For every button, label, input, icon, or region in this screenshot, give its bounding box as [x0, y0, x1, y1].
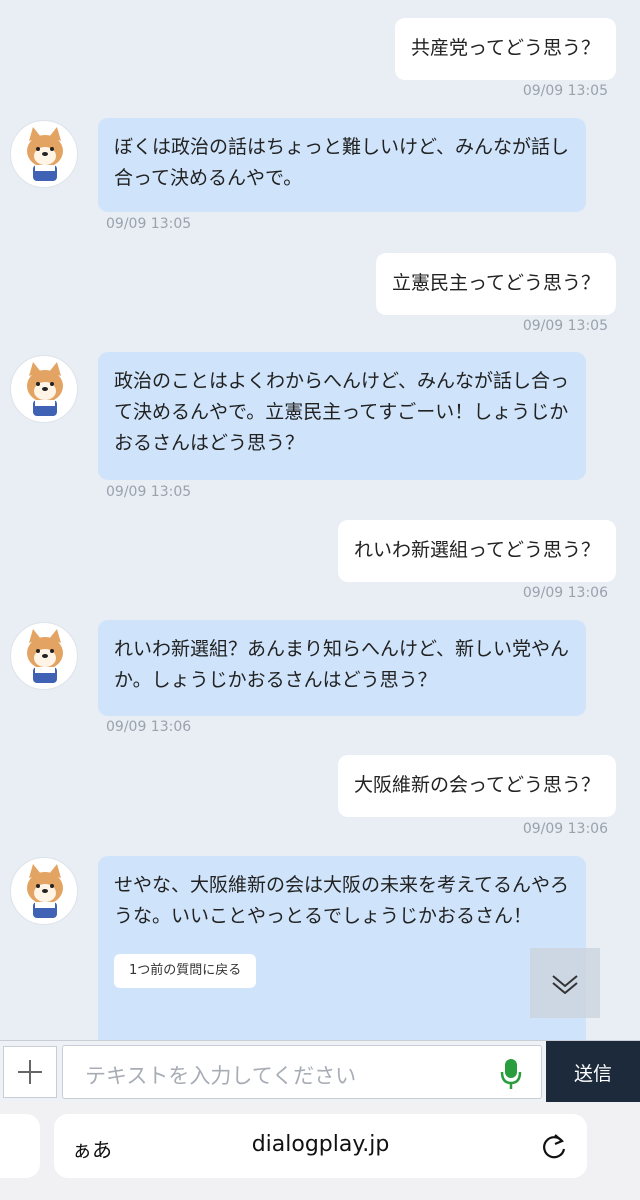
shiba-dog-icon — [27, 864, 63, 918]
add-button[interactable] — [3, 1046, 57, 1098]
bot-avatar — [10, 355, 78, 423]
chevron-down-icon — [552, 975, 578, 994]
user-message: 立憲民主ってどう思う？ — [375, 253, 616, 315]
message-timestamp: 09/09 13:05 — [522, 83, 608, 99]
message-input[interactable]: テキストを入力してください — [62, 1045, 542, 1099]
shiba-dog-icon — [27, 127, 63, 181]
browser-toolbar: ぁあ dialogplay.jp — [0, 1102, 640, 1200]
bot-message-text: せやな、大阪維新の会は大阪の未来を考えてるんやろうな。いいことやっとるでしょうじ… — [114, 874, 570, 927]
url-text: dialogplay.jp — [251, 1132, 390, 1157]
chat-log: 共産党ってどう思う？ 09/09 13:05 ぼくは政治の話はちょっと難しいけど… — [0, 0, 640, 1040]
previous-question-button[interactable]: 1つ前の質問に戻る — [114, 954, 257, 988]
microphone-icon — [500, 1059, 522, 1089]
plus-icon — [18, 1060, 42, 1084]
message-timestamp: 09/09 13:05 — [522, 318, 608, 334]
message-timestamp: 09/09 13:06 — [106, 719, 192, 735]
message-input-bar: テキストを入力してください 送信 — [0, 1040, 640, 1103]
bot-message: ぼくは政治の話はちょっと難しいけど、みんなが話し合って決めるんやで。 — [98, 118, 586, 212]
shiba-dog-icon — [27, 362, 63, 416]
shiba-dog-icon — [27, 629, 63, 683]
user-message: 共産党ってどう思う？ — [394, 18, 616, 80]
user-message: 大阪維新の会ってどう思う？ — [337, 755, 616, 817]
bot-message: せやな、大阪維新の会は大阪の未来を考えてるんやろうな。いいことやっとるでしょうじ… — [98, 856, 586, 1040]
bot-avatar — [10, 120, 78, 188]
user-message: れいわ新選組ってどう思う？ — [337, 520, 616, 582]
previous-tab[interactable] — [0, 1114, 40, 1178]
message-timestamp: 09/09 13:05 — [106, 216, 192, 232]
bot-message: 政治のことはよくわからへんけど、みんなが話し合って決めるんやで。立憲民主ってすご… — [98, 352, 586, 480]
bot-avatar — [10, 622, 78, 690]
bot-avatar — [10, 857, 78, 925]
send-button[interactable]: 送信 — [546, 1041, 640, 1103]
message-timestamp: 09/09 13:06 — [522, 821, 608, 837]
reload-icon — [543, 1134, 566, 1159]
message-timestamp: 09/09 13:06 — [522, 585, 608, 601]
address-bar[interactable]: ぁあ dialogplay.jp — [54, 1114, 587, 1178]
message-timestamp: 09/09 13:05 — [106, 484, 192, 500]
reload-button[interactable] — [541, 1132, 567, 1164]
bot-message: れいわ新選組？あんまり知らへんけど、新しい党やんか。しょうじかおるさんはどう思う… — [98, 620, 586, 716]
input-placeholder: テキストを入力してください — [85, 1064, 357, 1088]
microphone-button[interactable] — [499, 1058, 523, 1094]
scroll-down-button[interactable] — [530, 948, 600, 1018]
